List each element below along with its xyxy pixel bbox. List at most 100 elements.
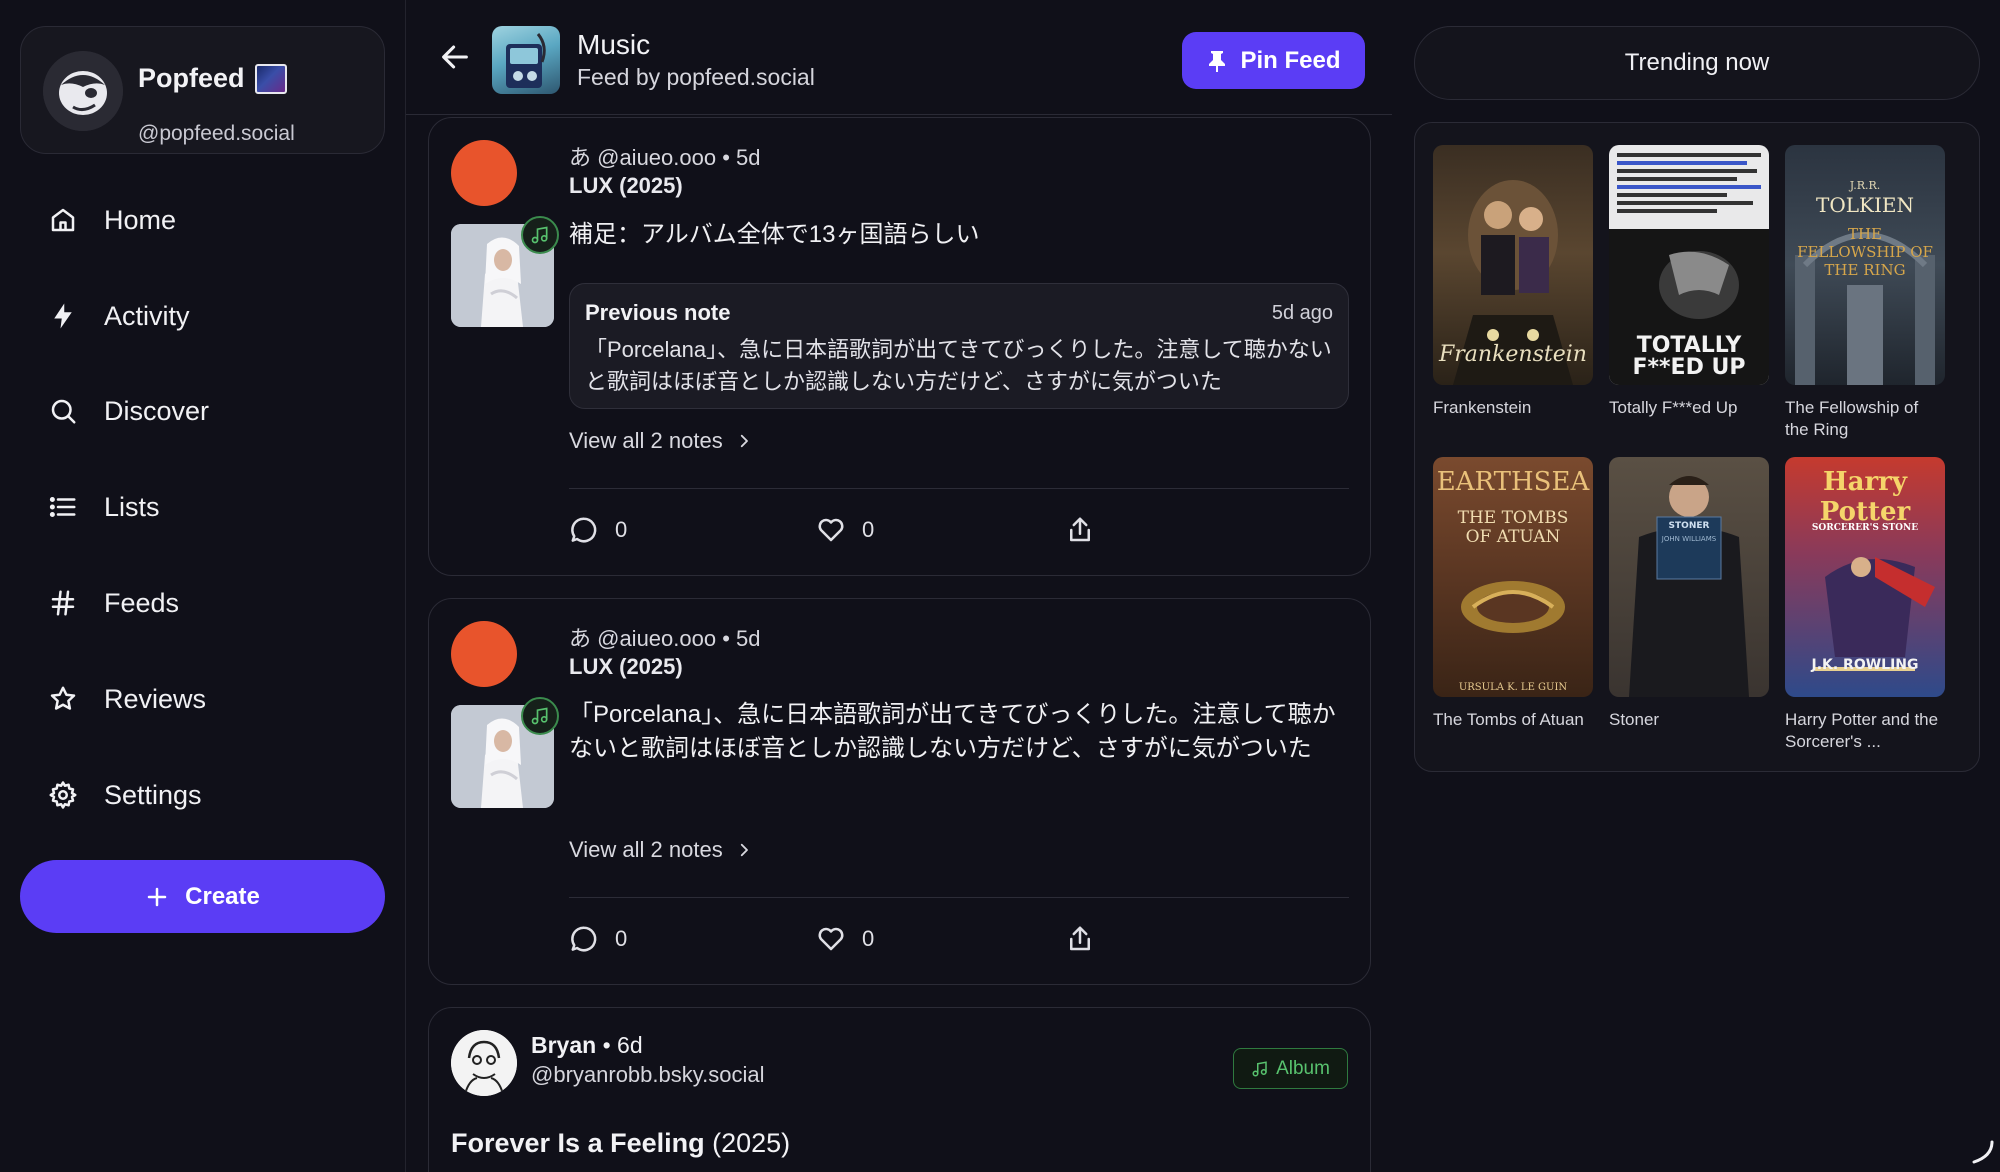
nav-item-feeds[interactable]: Feeds xyxy=(48,583,179,623)
nav-label-lists: Lists xyxy=(104,491,160,522)
post-divider xyxy=(569,897,1349,898)
create-label: Create xyxy=(185,882,260,910)
work-year: (2025) xyxy=(712,1128,791,1158)
reply-button[interactable]: 0 xyxy=(569,924,627,954)
post-author-name[interactable]: Bryan xyxy=(531,1032,596,1058)
cover-text: URSULA K. LE GUIN xyxy=(1458,682,1568,693)
view-all-notes-label: View all 2 notes xyxy=(569,428,723,453)
bolt-icon xyxy=(54,303,72,329)
post-author-handle[interactable]: @bryanrobb.bsky.social xyxy=(531,1062,764,1088)
book-cover: Harry Potter SORCERER'S STONE J.K. ROWLI… xyxy=(1785,457,1945,697)
feed-post[interactable]: Bryan • 6d @bryanrobb.bsky.social Album … xyxy=(428,1007,1371,1172)
reply-count: 0 xyxy=(615,926,628,951)
cover-text: J.K. ROWLING xyxy=(1811,657,1919,673)
trending-book[interactable]: Frankenstein Frankenstein xyxy=(1433,145,1593,419)
nav-item-activity[interactable]: Activity xyxy=(48,296,190,336)
user-avatar[interactable] xyxy=(451,621,517,687)
trending-book[interactable]: J.R.R. TOLKIEN THE FELLOWSHIP OF THE RIN… xyxy=(1785,145,1945,441)
post-text: 「Porcelana」、急に日本語歌詞が出てきてびっくりした。注意して聴かないと… xyxy=(569,701,1336,762)
music-note-icon xyxy=(1252,1060,1267,1076)
star-icon xyxy=(50,686,76,710)
trending-book[interactable]: TOTALLY F**ED UP Totally F***ed Up xyxy=(1609,145,1769,419)
feed-title: Music xyxy=(577,29,651,60)
view-all-notes-link[interactable]: View all 2 notes xyxy=(569,428,753,454)
gear-icon xyxy=(49,781,77,809)
back-arrow-icon[interactable] xyxy=(438,40,472,74)
nav-item-home[interactable]: Home xyxy=(48,200,176,240)
profile-avatar xyxy=(43,51,123,131)
like-button[interactable]: 0 xyxy=(816,515,874,545)
work-title: Forever Is a Feeling xyxy=(451,1128,705,1158)
trending-book[interactable]: EARTHSEA THE TOMBS OF ATUAN URSULA K. LE… xyxy=(1433,457,1593,731)
profile-card[interactable]: Popfeed @popfeed.social xyxy=(20,26,385,154)
post-work-title[interactable]: LUX (2025) xyxy=(569,654,683,680)
nav-item-settings[interactable]: Settings xyxy=(48,775,202,815)
post-author-line: Bryan • 6d xyxy=(531,1032,643,1059)
book-cover: TOTALLY F**ED UP xyxy=(1609,145,1769,385)
previous-note-time: 5d ago xyxy=(1271,302,1333,324)
user-avatar[interactable] xyxy=(451,140,517,206)
comment-icon xyxy=(571,517,597,543)
nav-item-discover[interactable]: Discover xyxy=(48,391,209,431)
trending-panel: Frankenstein Frankenstein TOTALLY F**ED … xyxy=(1414,122,1980,772)
book-title: Harry Potter and the Sorcerer's ... xyxy=(1785,710,1939,751)
share-icon xyxy=(1070,926,1090,951)
feed-subtitle: Feed by popfeed.social xyxy=(577,64,815,90)
feed-post[interactable]: あ @aiueo.ooo • 5d LUX (2025) 補足：アルバム全体で1… xyxy=(428,117,1371,576)
feed-post[interactable]: あ @aiueo.ooo • 5d LUX (2025) 「Porcelana」… xyxy=(428,598,1371,985)
chevron-right-icon xyxy=(740,434,748,448)
cover-text: Frankenstein xyxy=(1439,342,1587,367)
post-meta: あ @aiueo.ooo • 5d xyxy=(569,145,761,170)
nav-label-home: Home xyxy=(104,204,177,235)
cover-text: STONER xyxy=(1668,521,1710,531)
post-work-title[interactable]: Forever Is a Feeling (2025) xyxy=(451,1128,790,1159)
cover-text: TOLKIEN xyxy=(1816,193,1914,217)
hash-icon xyxy=(51,590,75,616)
previous-note-text: 「Porcelana」、急に日本語歌詞が出てきてびっくりした。注意して聴かないと… xyxy=(585,337,1332,394)
book-cover: EARTHSEA THE TOMBS OF ATUAN URSULA K. LE… xyxy=(1433,457,1593,697)
trending-book[interactable]: Harry Potter SORCERER'S STONE J.K. ROWLI… xyxy=(1785,457,1945,753)
book-cover: J.R.R. TOLKIEN THE FELLOWSHIP OF THE RIN… xyxy=(1785,145,1945,385)
cover-text: TOTALLY F**ED UP xyxy=(1632,333,1746,380)
right-sidebar: Trending now Frankenstein Frankenstein T… xyxy=(1392,0,2000,1172)
book-title: Stoner xyxy=(1609,710,1660,729)
plus-icon xyxy=(147,887,167,906)
cover-text: Harry Potter xyxy=(1819,467,1911,527)
share-button[interactable] xyxy=(1065,515,1095,545)
nav-item-lists[interactable]: Lists xyxy=(48,487,160,527)
pin-feed-label: Pin Feed xyxy=(1240,46,1341,74)
heart-icon xyxy=(818,927,844,951)
reply-button[interactable]: 0 xyxy=(569,515,627,545)
reply-count: 0 xyxy=(615,517,628,542)
pin-icon xyxy=(1209,50,1226,72)
feed-thumbnail xyxy=(492,26,560,94)
pin-feed-button[interactable]: Pin Feed xyxy=(1182,32,1365,89)
like-count: 0 xyxy=(862,926,875,951)
like-count: 0 xyxy=(862,517,875,542)
user-avatar[interactable] xyxy=(451,1030,517,1096)
heart-icon xyxy=(818,518,844,542)
book-title: Totally F***ed Up xyxy=(1609,398,1738,417)
post-work-title[interactable]: LUX (2025) xyxy=(569,173,683,199)
like-button[interactable]: 0 xyxy=(816,924,874,954)
music-note-icon xyxy=(521,216,559,254)
view-all-notes-link[interactable]: View all 2 notes xyxy=(569,837,753,863)
search-icon xyxy=(51,399,76,424)
cover-text: JOHN WILLIAMS xyxy=(1661,535,1717,543)
book-cover: Frankenstein xyxy=(1433,145,1593,385)
app-root: Popfeed @popfeed.social Home Activity Di… xyxy=(0,0,2000,1172)
album-badge: Album xyxy=(1233,1048,1348,1089)
previous-note[interactable]: Previous note 5d ago 「Porcelana」、急に日本語歌詞… xyxy=(569,283,1349,409)
trending-book[interactable]: STONER JOHN WILLIAMS Stoner xyxy=(1609,457,1769,731)
trending-header[interactable]: Trending now xyxy=(1414,26,1980,100)
nav-item-reviews[interactable]: Reviews xyxy=(48,679,206,719)
nav-label-settings: Settings xyxy=(104,779,202,810)
create-button[interactable]: Create xyxy=(20,860,385,933)
share-button[interactable] xyxy=(1065,924,1095,954)
cover-text: THE TOMBS OF ATUAN xyxy=(1457,508,1569,547)
nav-label-feeds: Feeds xyxy=(104,587,180,618)
share-icon xyxy=(1070,517,1090,542)
profile-name: Popfeed xyxy=(138,63,287,94)
album-badge-label: Album xyxy=(1276,1057,1330,1079)
book-title: Frankenstein xyxy=(1433,398,1532,417)
